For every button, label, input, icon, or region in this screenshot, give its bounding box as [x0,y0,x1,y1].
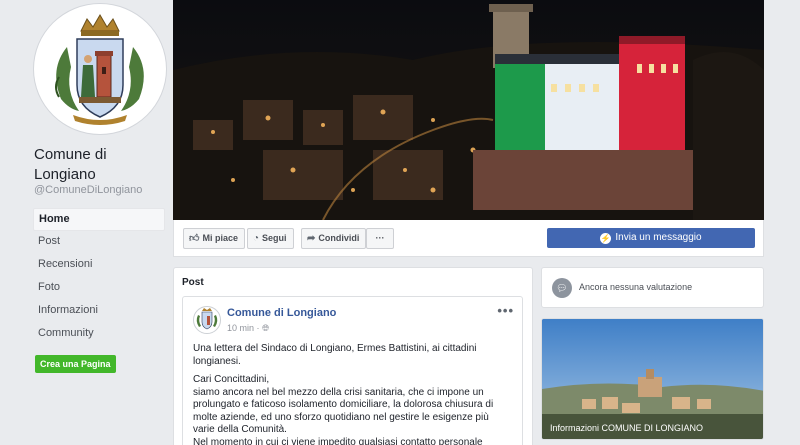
cover-photo[interactable] [173,0,764,220]
rss-icon: ◔ [253,233,260,244]
coat-of-arms-logo [55,14,144,125]
speech-bubble-icon: 💬︎ [552,278,572,298]
create-page-button[interactable]: Crea una Pagina [35,355,116,373]
nav-item-photos[interactable]: Foto [33,277,165,300]
info-card[interactable]: Informazioni COMUNE DI LONGIANO [541,318,764,440]
rating-card: 💬︎ Ancora nessuna valutazione [541,267,764,308]
page-title: Comune di Longiano [34,146,107,183]
post-author-avatar[interactable] [193,306,221,334]
globe-icon: 🌐︎ [262,323,270,333]
rating-status: Ancora nessuna valutazione [579,282,693,292]
post-item: Comune di Longiano 10 min · 🌐︎ ••• Una l… [182,296,523,445]
post-body: Una lettera del Sindaco di Longiano, Erm… [193,343,513,445]
nav-item-home[interactable]: Home [33,208,165,231]
more-options-button[interactable]: ··· [366,228,394,249]
post-author-name[interactable]: Comune di Longiano [227,307,336,319]
posts-section: Post Comune di Longiano 10 min · 🌐︎ ••• … [173,267,533,445]
follow-button[interactable]: ◔ Segui [247,228,294,249]
cover-photo-image [173,0,764,220]
share-button[interactable]: ➦ Condividi [301,228,367,249]
page-nav: Home Post Recensioni Foto Informazioni C… [33,208,165,346]
post-paragraph: Nel momento in cui ci viene impedito qua… [193,436,483,445]
send-message-button[interactable]: ⚡ Invia un messaggio [547,228,755,248]
nav-item-reviews[interactable]: Recensioni [33,254,165,277]
page-handle[interactable]: @ComuneDiLongiano [34,184,142,196]
nav-item-post[interactable]: Post [33,231,165,254]
page-action-bar: 👍︎ Mi piace ◔ Segui ➦ Condividi ··· ⚡ Invia … [173,220,764,257]
post-paragraph: siamo ancora nel bel mezzo della crisi s… [193,386,494,436]
post-paragraph: Cari Concittadini, [193,374,270,385]
thumbs-up-icon: 👍︎ [189,233,200,244]
profile-picture[interactable] [34,4,166,134]
post-options-button[interactable]: ••• [497,303,514,318]
nav-item-info[interactable]: Informazioni [33,300,165,323]
info-card-image [542,319,763,439]
posts-section-title: Post [182,277,204,288]
info-card-label: Informazioni COMUNE DI LONGIANO [550,423,704,433]
left-column: Comune di Longiano @ComuneDiLongiano Hom… [0,0,172,445]
messenger-icon: ⚡ [600,233,612,244]
post-lead: Una lettera del Sindaco di Longiano, Erm… [193,343,477,367]
share-arrow-icon: ➦ [307,233,316,244]
coat-of-arms-logo-small [196,308,218,330]
nav-item-community[interactable]: Community [33,323,165,346]
like-button[interactable]: 👍︎ Mi piace [183,228,245,249]
post-timestamp[interactable]: 10 min · 🌐︎ [227,323,269,334]
